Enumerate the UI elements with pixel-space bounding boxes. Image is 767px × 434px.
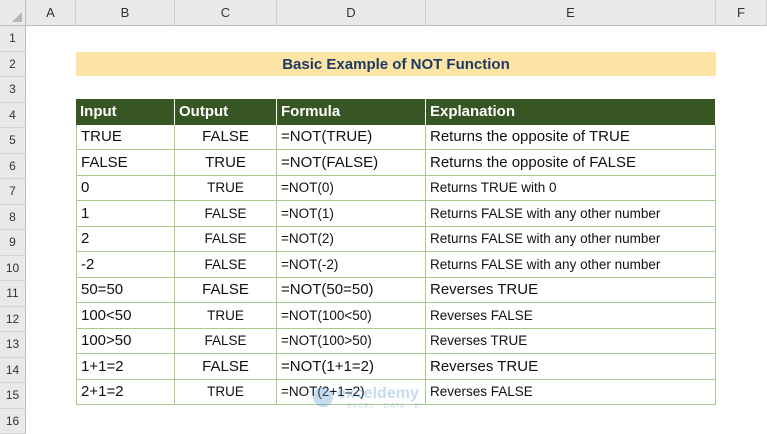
column-header-e[interactable]: E — [426, 0, 716, 26]
input-cell[interactable]: 2+1=2 — [76, 380, 175, 406]
row-header-12[interactable]: 12 — [0, 307, 26, 333]
row-header-3[interactable]: 3 — [0, 77, 26, 103]
table-row: 1FALSE=NOT(1)Returns FALSE with any othe… — [76, 201, 716, 227]
formula-cell[interactable]: =NOT(-2) — [277, 252, 426, 278]
column-heading-input[interactable]: Input — [76, 99, 175, 125]
row-header-16[interactable]: 16 — [0, 409, 26, 434]
formula-cell[interactable]: =NOT(2) — [277, 227, 426, 253]
row-header-15[interactable]: 15 — [0, 383, 26, 409]
input-cell[interactable]: 50=50 — [76, 278, 175, 304]
explanation-cell[interactable]: Returns the opposite of FALSE — [426, 150, 716, 176]
formula-cell[interactable]: =NOT(1) — [277, 201, 426, 227]
explanation-cell[interactable]: Returns FALSE with any other number — [426, 201, 716, 227]
explanation-cell[interactable]: Reverses TRUE — [426, 329, 716, 355]
select-all-corner[interactable] — [0, 0, 26, 26]
explanation-cell[interactable]: Returns FALSE with any other number — [426, 252, 716, 278]
output-cell[interactable]: TRUE — [175, 303, 277, 329]
row-header-1[interactable]: 1 — [0, 26, 26, 52]
input-cell[interactable]: 0 — [76, 176, 175, 202]
table-row: -2FALSE=NOT(-2)Returns FALSE with any ot… — [76, 252, 716, 278]
table-row: 2FALSE=NOT(2)Returns FALSE with any othe… — [76, 227, 716, 253]
output-cell[interactable]: FALSE — [175, 252, 277, 278]
column-heading-formula[interactable]: Formula — [277, 99, 426, 125]
row-header-7[interactable]: 7 — [0, 179, 26, 205]
column-header-c[interactable]: C — [175, 0, 277, 26]
input-cell[interactable]: 100<50 — [76, 303, 175, 329]
formula-cell[interactable]: =NOT(1+1=2) — [277, 354, 426, 380]
input-cell[interactable]: TRUE — [76, 125, 175, 151]
row-header-13[interactable]: 13 — [0, 332, 26, 358]
formula-cell[interactable]: =NOT(0) — [277, 176, 426, 202]
formula-cell[interactable]: =NOT(100<50) — [277, 303, 426, 329]
formula-cell[interactable]: =NOT(TRUE) — [277, 125, 426, 151]
row-header-8[interactable]: 8 — [0, 205, 26, 231]
table-row: 1+1=2FALSE=NOT(1+1=2)Reverses TRUE — [76, 354, 716, 380]
column-header-b[interactable]: B — [76, 0, 175, 26]
output-cell[interactable]: FALSE — [175, 125, 277, 151]
table-row: 100>50FALSE=NOT(100>50)Reverses TRUE — [76, 329, 716, 355]
input-cell[interactable]: -2 — [76, 252, 175, 278]
input-cell[interactable]: 1 — [76, 201, 175, 227]
input-cell[interactable]: 2 — [76, 227, 175, 253]
row-header-14[interactable]: 14 — [0, 358, 26, 384]
table-header-row: InputOutputFormulaExplanation — [76, 99, 716, 125]
explanation-cell[interactable]: Reverses TRUE — [426, 278, 716, 304]
output-cell[interactable]: FALSE — [175, 329, 277, 355]
row-header-2[interactable]: 2 — [0, 52, 26, 78]
formula-cell[interactable]: =NOT(2+1=2) — [277, 380, 426, 406]
output-cell[interactable]: TRUE — [175, 380, 277, 406]
explanation-cell[interactable]: Reverses TRUE — [426, 354, 716, 380]
explanation-cell[interactable]: Reverses FALSE — [426, 380, 716, 406]
row-header-9[interactable]: 9 — [0, 230, 26, 256]
explanation-cell[interactable]: Returns TRUE with 0 — [426, 176, 716, 202]
output-cell[interactable]: FALSE — [175, 354, 277, 380]
formula-cell[interactable]: =NOT(50=50) — [277, 278, 426, 304]
column-header-a[interactable]: A — [26, 0, 76, 26]
spreadsheet: ABCDEF 12345678910111213141516 Basic Exa… — [0, 0, 767, 429]
table-row: 100<50TRUE=NOT(100<50)Reverses FALSE — [76, 303, 716, 329]
output-cell[interactable]: FALSE — [175, 201, 277, 227]
row-header-4[interactable]: 4 — [0, 103, 26, 129]
input-cell[interactable]: 100>50 — [76, 329, 175, 355]
sheet-title[interactable]: Basic Example of NOT Function — [76, 52, 716, 76]
select-all-icon — [12, 12, 22, 22]
output-cell[interactable]: FALSE — [175, 278, 277, 304]
input-cell[interactable]: 1+1=2 — [76, 354, 175, 380]
formula-cell[interactable]: =NOT(FALSE) — [277, 150, 426, 176]
column-heading-output[interactable]: Output — [175, 99, 277, 125]
output-cell[interactable]: TRUE — [175, 176, 277, 202]
table-row: FALSETRUE=NOT(FALSE)Returns the opposite… — [76, 150, 716, 176]
table-row: 0TRUE=NOT(0)Returns TRUE with 0 — [76, 176, 716, 202]
table-row: TRUEFALSE=NOT(TRUE)Returns the opposite … — [76, 125, 716, 151]
output-cell[interactable]: FALSE — [175, 227, 277, 253]
row-header-6[interactable]: 6 — [0, 154, 26, 180]
row-header-11[interactable]: 11 — [0, 281, 26, 307]
row-header-10[interactable]: 10 — [0, 256, 26, 282]
explanation-cell[interactable]: Returns FALSE with any other number — [426, 227, 716, 253]
table-row: 2+1=2TRUE=NOT(2+1=2)Reverses FALSE — [76, 380, 716, 406]
table-row: 50=50FALSE=NOT(50=50)Reverses TRUE — [76, 278, 716, 304]
input-cell[interactable]: FALSE — [76, 150, 175, 176]
row-header-5[interactable]: 5 — [0, 128, 26, 154]
formula-cell[interactable]: =NOT(100>50) — [277, 329, 426, 355]
column-header-d[interactable]: D — [277, 0, 426, 26]
explanation-cell[interactable]: Reverses FALSE — [426, 303, 716, 329]
output-cell[interactable]: TRUE — [175, 150, 277, 176]
explanation-cell[interactable]: Returns the opposite of TRUE — [426, 125, 716, 151]
column-heading-explanation[interactable]: Explanation — [426, 99, 716, 125]
column-header-f[interactable]: F — [716, 0, 767, 26]
